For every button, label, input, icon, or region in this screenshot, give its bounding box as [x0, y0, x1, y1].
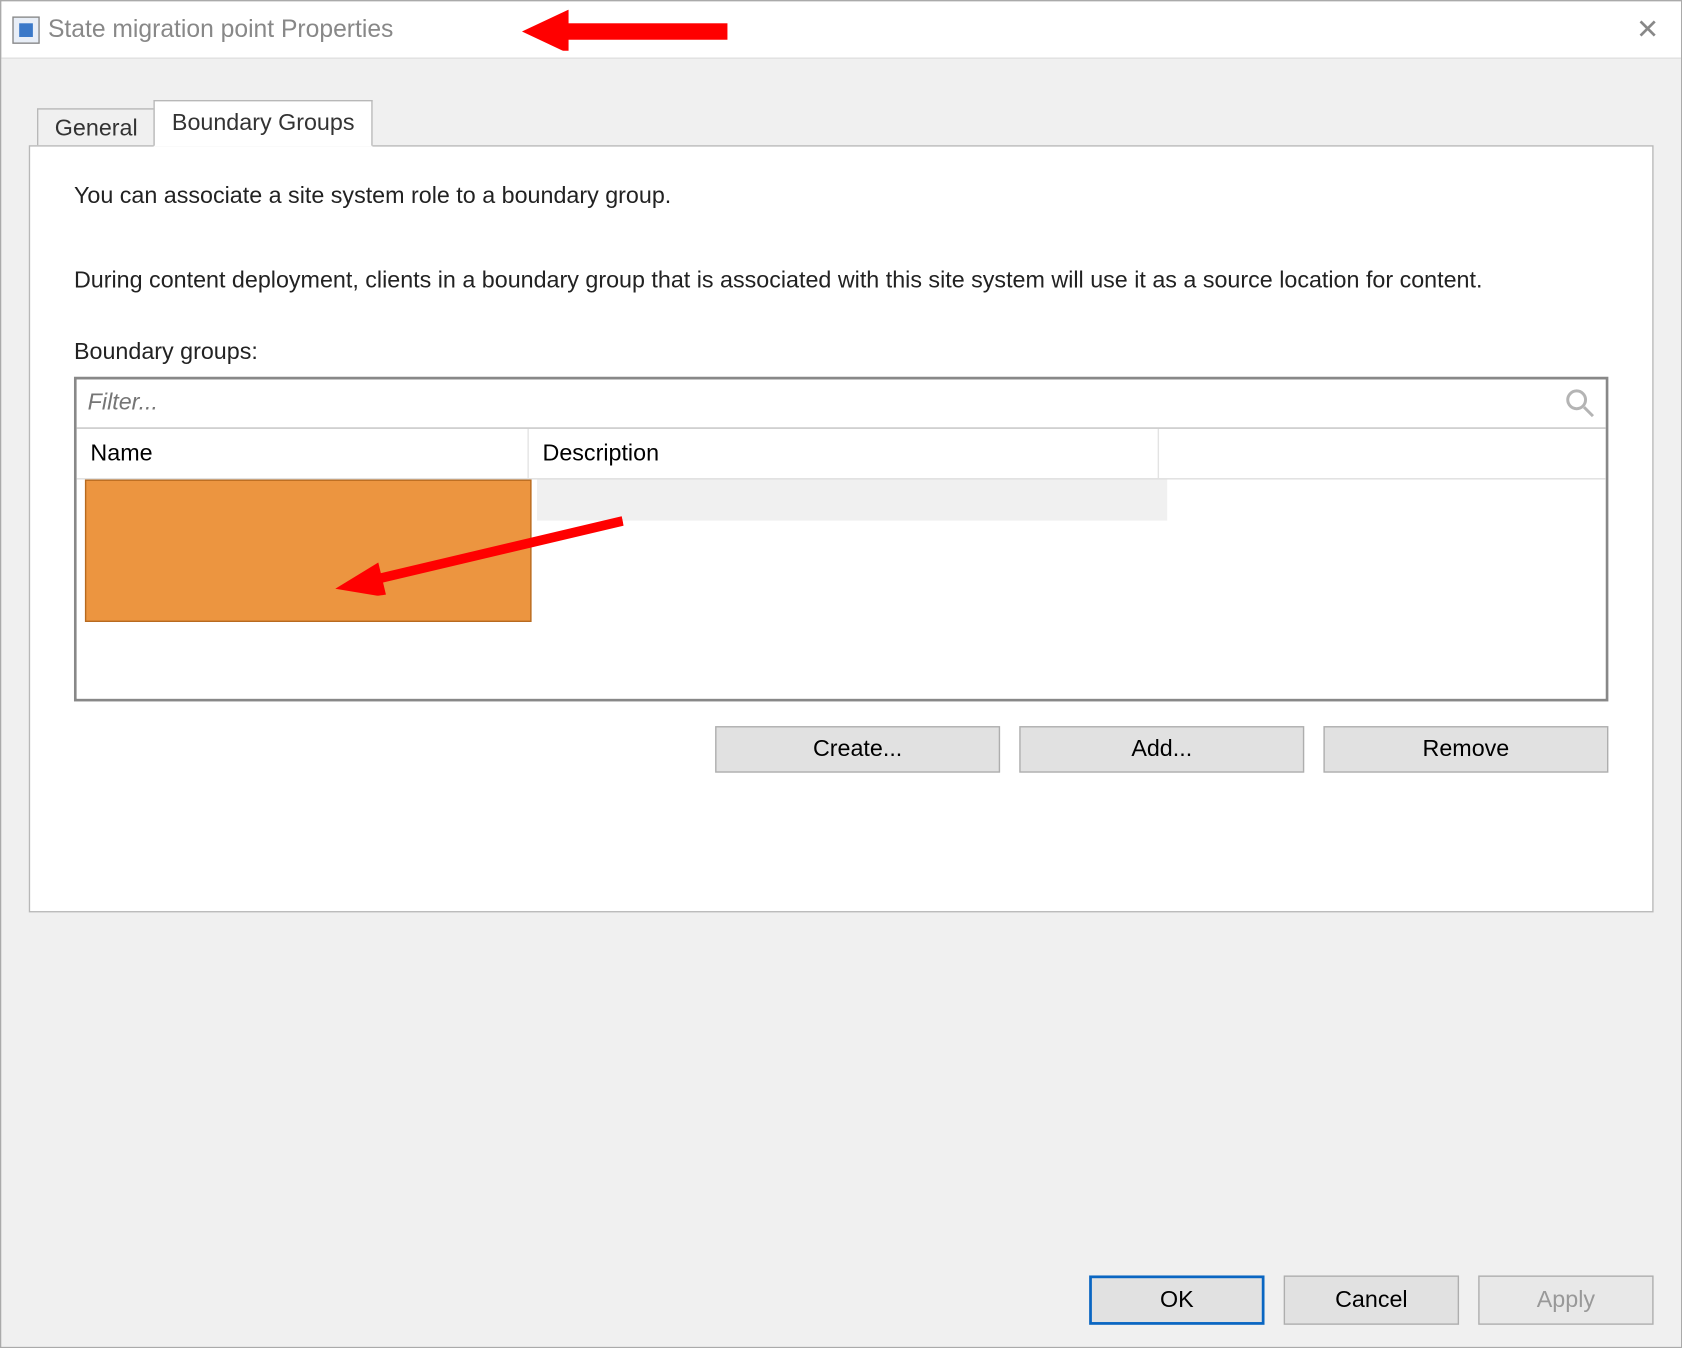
column-header-description[interactable]: Description	[529, 429, 1159, 478]
row-description-cell	[537, 479, 1167, 520]
close-icon[interactable]: ✕	[1636, 12, 1659, 46]
column-header-name[interactable]: Name	[77, 429, 529, 478]
search-icon[interactable]	[1562, 385, 1598, 421]
boundary-groups-label: Boundary groups:	[74, 338, 1608, 365]
description-line-1: You can associate a site system role to …	[74, 182, 1608, 209]
filter-input[interactable]	[77, 384, 1562, 422]
ok-button[interactable]: OK	[1089, 1275, 1264, 1324]
add-button[interactable]: Add...	[1019, 726, 1304, 773]
cancel-button[interactable]: Cancel	[1284, 1275, 1459, 1324]
create-button[interactable]: Create...	[715, 726, 1000, 773]
description-line-2: During content deployment, clients in a …	[74, 264, 1581, 297]
boundary-groups-list: Name Description	[74, 376, 1608, 701]
tab-boundary-groups[interactable]: Boundary Groups	[154, 100, 372, 147]
window-icon	[12, 16, 39, 43]
tab-general[interactable]: General	[37, 108, 155, 149]
redacted-name-cell[interactable]	[85, 479, 532, 621]
title-bar: State migration point Properties ✕	[1, 1, 1681, 59]
column-header-spacer	[1159, 429, 1606, 478]
remove-button[interactable]: Remove	[1323, 726, 1608, 773]
apply-button: Apply	[1478, 1275, 1653, 1324]
window-title: State migration point Properties	[48, 15, 393, 44]
tab-panel: You can associate a site system role to …	[29, 145, 1654, 912]
